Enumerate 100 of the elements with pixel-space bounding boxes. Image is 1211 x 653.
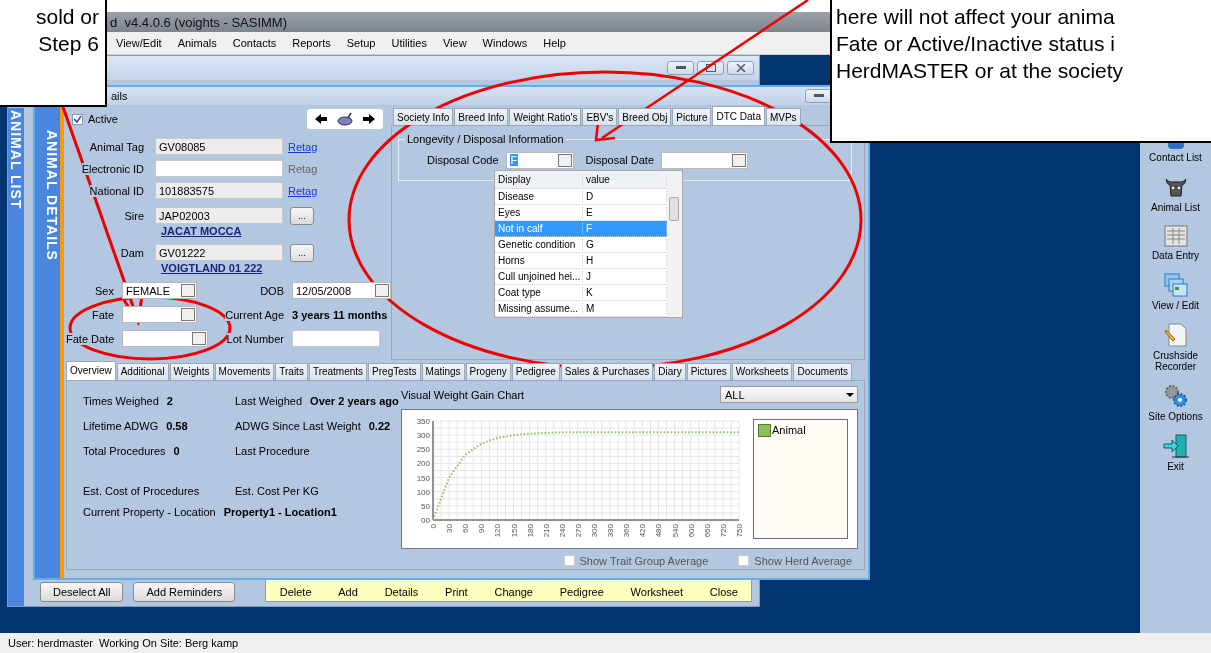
side-label[interactable]: ANIMAL LIST	[8, 108, 24, 606]
parent-link[interactable]: JACAT MOCCA	[161, 225, 391, 240]
date-field[interactable]	[661, 151, 749, 169]
column-header: Display	[495, 174, 583, 185]
browse-button[interactable]: ...	[290, 206, 314, 225]
text-field[interactable]: JAP02003	[155, 207, 283, 224]
tab[interactable]: Pictures	[686, 362, 731, 380]
tab[interactable]: Weights	[169, 362, 214, 380]
action-link[interactable]: Delete	[279, 586, 312, 598]
field-label: Disposal Code	[427, 154, 499, 166]
menu-item[interactable]: Setup	[346, 35, 376, 51]
axis-label: 180	[525, 523, 535, 537]
minimize-button[interactable]	[667, 61, 694, 75]
tab[interactable]: Weight Ratio's	[509, 108, 582, 125]
tab[interactable]: Breed Obj	[618, 108, 672, 125]
tab[interactable]: Pedigree	[511, 362, 560, 380]
action-link[interactable]: Details	[384, 586, 419, 598]
text-field[interactable]: GV08085	[155, 138, 283, 155]
action-link[interactable]: Close	[709, 586, 738, 598]
axis-label: 50	[421, 501, 430, 511]
retag-link[interactable]: Retag	[288, 140, 318, 153]
text-field[interactable]: GV01222	[155, 244, 283, 261]
toolbar-label[interactable]: Data Entry	[1151, 250, 1200, 261]
scroll-thumb[interactable]	[669, 197, 679, 221]
toolbar-label[interactable]: Animal List	[1151, 202, 1200, 213]
dropdown-button[interactable]	[375, 284, 389, 297]
stat-value: Over 2 years ago	[310, 394, 399, 407]
callout-text: here will not affect your anima	[836, 4, 1116, 30]
fate-dropdown[interactable]	[122, 306, 197, 323]
dropdown-button[interactable]	[732, 153, 747, 167]
axis-label: 60	[461, 523, 471, 533]
toolbar-label[interactable]: View / Edit	[1151, 300, 1200, 311]
axis-label: 350	[416, 416, 430, 426]
menu-item[interactable]: Animals	[177, 35, 217, 51]
axis-label: 100	[416, 487, 430, 497]
tab[interactable]: Worksheets	[731, 362, 793, 380]
dropdown-button[interactable]	[181, 284, 195, 297]
retag-link[interactable]: Retag	[288, 162, 318, 175]
retag-link[interactable]: Retag	[288, 184, 318, 197]
tab[interactable]: Breed Info	[454, 108, 509, 125]
axis-label: 480	[654, 523, 664, 537]
action-button[interactable]: Add Reminders	[133, 582, 236, 602]
menu-item[interactable]: Contacts	[232, 35, 277, 51]
dropdown-button[interactable]	[557, 153, 572, 167]
tab[interactable]: EBV's	[582, 108, 618, 125]
action-link[interactable]: Pedigree	[559, 586, 604, 598]
menu-item[interactable]: Help	[543, 35, 566, 51]
tab[interactable]: Documents	[793, 362, 853, 380]
tab[interactable]: Overview	[66, 360, 116, 380]
tab[interactable]: DTC Data	[712, 106, 765, 125]
toolbar-label[interactable]: Crushside Recorder	[1141, 350, 1210, 372]
action-button[interactable]: Deselect All	[40, 582, 124, 602]
tab[interactable]: Society Info	[393, 108, 454, 125]
action-link[interactable]: Change	[494, 586, 533, 598]
filter-dropdown[interactable]: ALL	[720, 386, 858, 404]
tab[interactable]: PregTests	[368, 362, 421, 380]
tab[interactable]: Picture	[672, 108, 712, 125]
dropdown-button[interactable]	[192, 332, 206, 345]
tab[interactable]: Treatments	[308, 362, 368, 380]
menu-item[interactable]: Windows	[482, 35, 528, 51]
toolbar-label[interactable]: Contact List	[1149, 152, 1202, 163]
scrollbar[interactable]	[667, 171, 682, 317]
action-link[interactable]: Add	[338, 586, 358, 598]
menu-item[interactable]: Utilities	[391, 35, 427, 51]
sex-dropdown[interactable]: FEMALE	[122, 282, 197, 299]
date-field[interactable]: 12/05/2008	[292, 282, 391, 299]
tab[interactable]: MVPs	[765, 108, 801, 125]
axis-label: 300	[590, 523, 600, 537]
text-field[interactable]	[292, 330, 380, 347]
stat-label: ADWG Since Last Weight	[235, 419, 361, 432]
tab[interactable]: Traits	[275, 362, 308, 380]
text-field[interactable]	[155, 160, 283, 177]
tab[interactable]: Matings	[421, 362, 465, 380]
checkbox[interactable]	[738, 555, 750, 567]
checkbox-label: Show Trait Group Average	[579, 554, 709, 567]
menu-item[interactable]: View	[442, 35, 467, 51]
axis-label: 240	[557, 523, 567, 537]
tab[interactable]: Diary	[654, 362, 686, 380]
parent-link[interactable]: VOIGTLAND 01 222	[161, 262, 391, 277]
toolbar-label[interactable]: Site Options	[1148, 411, 1203, 422]
age-value: 3 years 11 months	[292, 308, 389, 321]
tab[interactable]: Movements	[214, 362, 275, 380]
action-link[interactable]: Print	[445, 586, 468, 598]
dropdown-button[interactable]	[181, 308, 195, 321]
axis-label: 00	[421, 515, 430, 525]
browse-button[interactable]: ...	[290, 243, 314, 262]
date-field[interactable]	[122, 330, 208, 347]
tab[interactable]: Progeny	[465, 362, 511, 380]
action-link[interactable]: Worksheet	[630, 586, 683, 598]
minimize-button[interactable]	[805, 89, 832, 103]
stat-label: Current Property - Location	[83, 505, 216, 518]
tab[interactable]: Sales & Purchases	[560, 362, 654, 380]
close-button[interactable]	[727, 61, 754, 75]
menu-item[interactable]: Reports	[292, 35, 331, 51]
checkbox[interactable]	[72, 113, 83, 125]
text-field[interactable]: 101883575	[155, 182, 283, 199]
checkbox[interactable]	[563, 555, 575, 567]
toolbar-label[interactable]: Exit	[1167, 461, 1184, 472]
tab[interactable]: Additional	[116, 362, 169, 380]
menu-item[interactable]: View/Edit	[116, 35, 162, 51]
